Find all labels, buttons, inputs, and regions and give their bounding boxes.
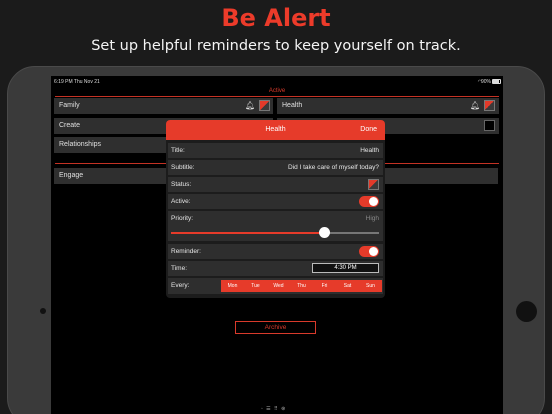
- camera: [40, 308, 46, 314]
- day-sat[interactable]: Sat: [336, 280, 359, 292]
- day-tue[interactable]: Tue: [244, 280, 267, 292]
- page-indicator: ◦ ☰ ⠿ ⊛: [261, 406, 287, 412]
- reminder-toggle[interactable]: [359, 246, 379, 257]
- reminder-label: Reminder:: [171, 248, 201, 255]
- reminder-cell-family[interactable]: Family 🔔︎: [54, 98, 273, 114]
- cell-label: Engage: [59, 172, 84, 179]
- modal-title: Health: [265, 126, 286, 133]
- reminder-row: Reminder:: [168, 244, 383, 259]
- bell-icon: 🔔︎: [245, 101, 256, 110]
- battery-icon: [492, 79, 501, 84]
- home-button[interactable]: [516, 301, 537, 322]
- day-wed[interactable]: Wed: [267, 280, 290, 292]
- status-flag-icon[interactable]: [259, 100, 270, 111]
- bell-icon: 🔔︎: [470, 101, 481, 110]
- reminder-cell-health[interactable]: Health 🔔︎: [277, 98, 499, 114]
- day-fri[interactable]: Fri: [313, 280, 336, 292]
- active-row: Active:: [168, 194, 383, 209]
- priority-row: Priority: High: [168, 211, 383, 241]
- priority-value: High: [365, 215, 379, 222]
- status-flag-icon[interactable]: [368, 179, 379, 190]
- title-label: Title:: [171, 147, 185, 154]
- status-bar: 6:19 PM Thu Nov 21 ◠ 90%: [51, 76, 503, 87]
- edit-reminder-modal: Health Done Title: Health Subtitle: Did …: [166, 120, 385, 298]
- status-time: 6:19 PM Thu Nov 21: [54, 79, 100, 85]
- status-label: Status:: [171, 181, 192, 188]
- time-picker[interactable]: 4:30 PM: [312, 263, 379, 273]
- promo-subtitle: Set up helpful reminders to keep yoursel…: [91, 38, 461, 54]
- title-row[interactable]: Title: Health: [168, 143, 383, 158]
- subtitle-label: Subtitle:: [171, 164, 195, 171]
- archive-button[interactable]: Archive: [235, 321, 316, 334]
- status-row: Status:: [168, 177, 383, 192]
- priority-slider-handle[interactable]: [319, 227, 330, 238]
- cell-label: Health: [282, 102, 303, 109]
- promo-title: Be Alert: [221, 4, 331, 32]
- status-empty-icon[interactable]: [484, 120, 495, 131]
- cell-label: Family: [59, 102, 80, 109]
- cell-label: Relationships: [59, 141, 102, 148]
- modal-header: Health Done: [166, 120, 385, 140]
- status-flag-icon[interactable]: [484, 100, 495, 111]
- cell-label: Create: [59, 122, 81, 129]
- active-toggle[interactable]: [359, 196, 379, 207]
- subtitle-row[interactable]: Subtitle: Did I take care of myself toda…: [168, 160, 383, 175]
- app-screen: 6:19 PM Thu Nov 21 ◠ 90% Active Family 🔔…: [51, 76, 503, 414]
- battery-percent: 90%: [480, 79, 491, 85]
- day-selector: Mon Tue Wed Thu Fri Sat Sun: [221, 280, 382, 292]
- day-thu[interactable]: Thu: [290, 280, 313, 292]
- every-row: Every: Mon Tue Wed Thu Fri Sat Sun: [168, 278, 383, 294]
- done-button[interactable]: Done: [360, 120, 377, 140]
- title-field[interactable]: Health: [360, 143, 379, 158]
- priority-label: Priority:: [171, 215, 194, 222]
- day-mon[interactable]: Mon: [221, 280, 244, 292]
- time-label: Time:: [171, 265, 188, 272]
- subtitle-field[interactable]: Did I take care of myself today?: [288, 160, 379, 175]
- time-row: Time: 4:30 PM: [168, 261, 383, 276]
- section-label-active: Active: [268, 88, 286, 94]
- every-label: Every:: [171, 282, 190, 289]
- active-label: Active:: [171, 198, 191, 205]
- priority-slider-fill: [171, 232, 327, 234]
- divider: [55, 96, 499, 97]
- priority-slider-track: [327, 232, 379, 234]
- day-sun[interactable]: Sun: [359, 280, 382, 292]
